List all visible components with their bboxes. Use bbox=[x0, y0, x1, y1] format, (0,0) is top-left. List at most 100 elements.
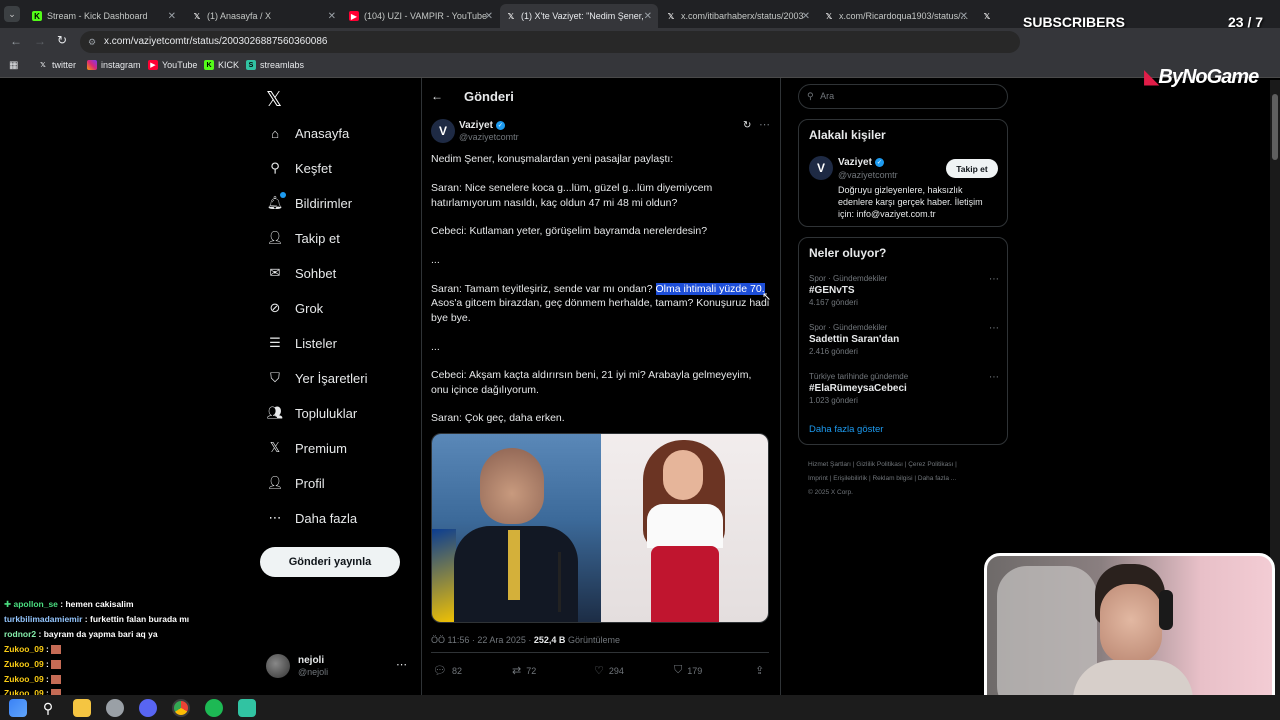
search-input[interactable]: ⚲ Ara bbox=[798, 84, 1008, 109]
post-photo-left[interactable] bbox=[432, 434, 601, 622]
share-button[interactable]: ⇪ bbox=[755, 664, 764, 677]
footer-link[interactable]: Reklam bilgisi bbox=[872, 475, 912, 482]
tab-youtube[interactable]: ▶ (104) UZI - VAMPIR - YouTube ✕ bbox=[343, 4, 499, 28]
apps-icon[interactable]: ▦ bbox=[9, 60, 18, 71]
tab-kick-dashboard[interactable]: K Stream - Kick Dashboard ✕ bbox=[26, 4, 182, 28]
close-icon[interactable]: ✕ bbox=[802, 11, 810, 22]
nav-premium[interactable]: 𝕏 Premium bbox=[266, 433, 347, 463]
grok-explain-icon[interactable]: ↻ bbox=[743, 120, 751, 131]
repost-button[interactable]: ⇄ 72 bbox=[512, 664, 536, 677]
file-explorer-icon[interactable] bbox=[73, 699, 91, 717]
tab-x[interactable]: 𝕏 bbox=[976, 4, 1016, 28]
forward-icon[interactable]: → bbox=[34, 34, 46, 48]
chrome-icon[interactable] bbox=[172, 699, 190, 717]
footer-link[interactable]: Daha fazla ... bbox=[918, 475, 956, 482]
post-author-name[interactable]: Vaziyet ✓ bbox=[459, 120, 505, 131]
bookmark-youtube[interactable]: ▶ YouTube bbox=[148, 60, 197, 70]
trend-more-icon[interactable]: ⋯ bbox=[989, 323, 999, 334]
footer-link[interactable]: Gizlilik Politikası bbox=[856, 461, 903, 468]
x-logo-icon[interactable]: 𝕏 bbox=[266, 87, 282, 112]
post-button[interactable]: Gönderi yayınla bbox=[260, 547, 400, 577]
trend-more-icon[interactable]: ⋯ bbox=[989, 372, 999, 383]
like-button[interactable]: ♡ 294 bbox=[594, 664, 624, 677]
trend-item[interactable]: Spor · Gündemdekiler Sadettin Saran'dan … bbox=[809, 323, 999, 356]
windows-start-icon[interactable] bbox=[9, 699, 27, 717]
more-icon[interactable]: ⋯ bbox=[396, 658, 407, 671]
tab-vaziyet[interactable]: 𝕏 (1) X'te Vaziyet: "Nedim Şener, ✕ bbox=[500, 4, 658, 28]
chat-text: furkettin falan burada mı bbox=[89, 614, 190, 624]
close-icon[interactable]: ✕ bbox=[485, 11, 493, 22]
follow-button[interactable]: Takip et bbox=[946, 159, 998, 178]
tab-ricardoqua[interactable]: 𝕏x.com/Ricardoqua1903/status/... ✕ bbox=[818, 4, 974, 28]
post-line: Cebeci: Kutlaman yeter, görüşelim bayram… bbox=[431, 225, 708, 237]
taskbar: ⚲ bbox=[0, 695, 1280, 720]
nav-grok[interactable]: ⊘ Grok bbox=[266, 293, 324, 323]
bookmarks-bar: ▦ 𝕏twitter instagram ▶ YouTube K KICK Sstr… bbox=[0, 56, 1280, 78]
tab-anasayfa[interactable]: 𝕏 (1) Anasayfa / X ✕ bbox=[186, 4, 342, 28]
footer-link[interactable]: Hizmet Şartları bbox=[808, 461, 851, 468]
account-switcher[interactable]: nejoli @nejoli ⋯ bbox=[266, 654, 411, 680]
show-more-link[interactable]: Daha fazla göster bbox=[809, 424, 883, 435]
nav-home[interactable]: ⌂ Anasayfa bbox=[266, 118, 349, 148]
search-icon[interactable]: ⚲ bbox=[39, 699, 57, 717]
trend-count: 2.416 gönderi bbox=[809, 347, 858, 356]
footer-link[interactable]: Imprint bbox=[808, 475, 828, 482]
trend-item[interactable]: Türkiye tarihinde gündemde #ElaRümeysaCe… bbox=[809, 372, 999, 405]
spotify-icon[interactable] bbox=[205, 699, 223, 717]
nav-lists[interactable]: ☰ Listeler bbox=[266, 328, 337, 358]
bookmark-streamlabs[interactable]: Sstreamlabs bbox=[246, 60, 304, 70]
related-name[interactable]: Vaziyet ✓ bbox=[838, 157, 884, 168]
reply-button[interactable]: 💬︎ 82 bbox=[433, 664, 462, 677]
footer-link[interactable]: Erişilebilirlik bbox=[833, 475, 867, 482]
post-photo-right[interactable] bbox=[601, 434, 768, 622]
trend-more-icon[interactable]: ⋯ bbox=[989, 274, 999, 285]
discord-icon[interactable] bbox=[139, 699, 157, 717]
webcam-headset bbox=[1159, 590, 1173, 630]
bookmark-twitter[interactable]: 𝕏twitter bbox=[38, 60, 76, 70]
nav-notifications[interactable]: 🔔︎ Bildirimler bbox=[266, 188, 352, 218]
reply-count: 82 bbox=[451, 665, 462, 676]
close-icon[interactable]: ✕ bbox=[168, 11, 176, 22]
nav-more[interactable]: ⋯ Daha fazla bbox=[266, 503, 358, 533]
footer-copyright: © 2025 X Corp. bbox=[808, 489, 853, 496]
url-input[interactable]: ⚙ x.com/vaziyetcomtr/status/200302688756… bbox=[80, 31, 1020, 53]
trend-name: #GENvTS bbox=[809, 285, 855, 296]
chat-message: turkbilimadamiemir : furkettin falan bur… bbox=[4, 614, 190, 624]
back-icon[interactable]: ← bbox=[431, 89, 443, 103]
trend-category: Türkiye tarihinde gündemde bbox=[809, 372, 909, 381]
streamlabs-icon[interactable] bbox=[238, 699, 256, 717]
post-timestamp[interactable]: ÖÖ 11:56 · 22 Ara 2025 · bbox=[431, 635, 534, 645]
x-icon: 𝕏 bbox=[40, 62, 46, 69]
nav-chat[interactable]: ✉ Sohbet bbox=[266, 258, 337, 288]
tab-label: (1) X'te Vaziyet: "Nedim Şener, bbox=[521, 11, 644, 21]
bookmark-instagram[interactable]: instagram bbox=[87, 60, 141, 70]
post-media[interactable] bbox=[431, 433, 769, 623]
back-icon[interactable]: ← bbox=[10, 34, 22, 48]
nav-explore[interactable]: ⚲ Keşfet bbox=[266, 153, 332, 183]
tab-search-icon[interactable]: ⌄ bbox=[4, 6, 20, 22]
reload-icon[interactable]: ↻ bbox=[57, 33, 67, 47]
nav-follow[interactable]: 👤︎ Takip et bbox=[266, 223, 340, 253]
site-info-icon[interactable]: ⚙ bbox=[88, 31, 96, 53]
related-avatar[interactable]: V bbox=[809, 156, 833, 180]
nav-communities[interactable]: 👥︎ Topluluklar bbox=[266, 398, 357, 428]
x-icon: 𝕏 bbox=[193, 11, 201, 21]
chat-user: Zukoo_09 bbox=[4, 659, 44, 669]
app-icon[interactable] bbox=[106, 699, 124, 717]
scrollbar-thumb[interactable] bbox=[1272, 94, 1278, 160]
footer-link[interactable]: Çerez Politikası bbox=[908, 461, 953, 468]
post-author-avatar[interactable]: V bbox=[431, 119, 455, 143]
close-icon[interactable]: ✕ bbox=[644, 11, 652, 22]
post-more-icon[interactable]: ⋯ bbox=[759, 118, 770, 131]
post-author-handle[interactable]: @vaziyetcomtr bbox=[459, 132, 519, 142]
tab-itibarhaber[interactable]: 𝕏x.com/itibarhaberx/status/2003 ✕ bbox=[660, 4, 816, 28]
bookmark-button[interactable]: ⛉ 179 bbox=[674, 664, 702, 677]
close-icon[interactable]: ✕ bbox=[328, 11, 336, 22]
nav-label: Yer İşaretleri bbox=[295, 370, 368, 386]
bynogame-logo: ◣ByNoGame bbox=[1144, 64, 1259, 89]
bookmark-kick[interactable]: K KICK bbox=[204, 60, 239, 70]
trend-item[interactable]: Spor · Gündemdekiler #GENvTS 4.167 gönde… bbox=[809, 274, 999, 307]
close-icon[interactable]: ✕ bbox=[960, 11, 968, 22]
nav-profile[interactable]: 👤︎ Profil bbox=[266, 468, 325, 498]
nav-bookmarks[interactable]: ⛉ Yer İşaretleri bbox=[266, 363, 368, 393]
